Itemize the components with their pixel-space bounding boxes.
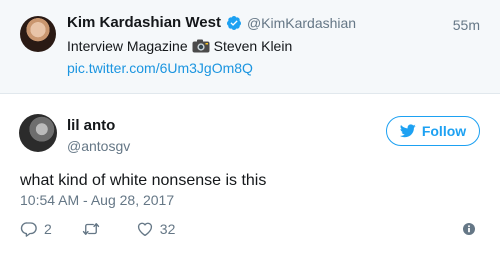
quoted-author-header: Kim Kardashian West @KimKardashian <box>67 14 356 31</box>
like-button[interactable]: 32 <box>136 220 176 238</box>
quoted-tweet[interactable]: Kim Kardashian West @KimKardashian 55m I… <box>0 0 500 94</box>
info-icon[interactable] <box>463 223 475 235</box>
quoted-media-link[interactable]: pic.twitter.com/6Um3JgOm8Q <box>67 60 253 76</box>
author-name[interactable]: lil anto <box>67 117 115 134</box>
author-avatar[interactable] <box>19 114 57 152</box>
twitter-bird-icon <box>399 124 416 138</box>
quoted-text-after: Steven Klein <box>213 38 293 54</box>
retweet-icon <box>82 223 99 235</box>
follow-button[interactable]: Follow <box>386 116 480 146</box>
like-icon <box>137 222 152 237</box>
reply-button[interactable]: 2 <box>20 220 52 238</box>
quoted-author-name[interactable]: Kim Kardashian West <box>67 14 221 31</box>
quoted-text: Interview Magazine Steven Klein <box>67 38 292 54</box>
tweet-text: what kind of white nonsense is this <box>20 172 267 189</box>
camera-emoji-icon <box>192 39 210 53</box>
retweet-button[interactable] <box>82 220 106 238</box>
quoted-text-before: Interview Magazine <box>67 38 188 54</box>
verified-badge-icon <box>226 15 241 30</box>
quoted-author-avatar[interactable] <box>20 16 56 52</box>
author-handle[interactable]: @antosgv <box>67 138 130 154</box>
tweet-actions: 2 32 <box>20 219 205 239</box>
reply-count: 2 <box>44 221 52 237</box>
quoted-author-handle[interactable]: @KimKardashian <box>247 15 356 31</box>
quoted-timestamp[interactable]: 55m <box>453 17 480 33</box>
follow-button-label: Follow <box>421 123 467 139</box>
like-count: 32 <box>159 221 176 237</box>
tweet-timestamp[interactable]: 10:54 AM - Aug 28, 2017 <box>20 192 174 208</box>
reply-icon <box>20 222 37 237</box>
